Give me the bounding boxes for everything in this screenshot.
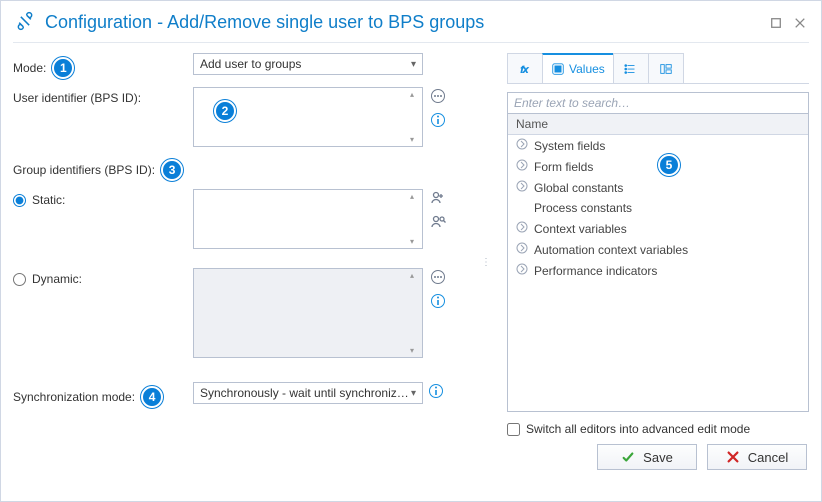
grip-icon[interactable]: ⋮ bbox=[241, 257, 493, 268]
dynamic-radio[interactable]: Dynamic: bbox=[13, 272, 82, 286]
tree-item-label: System fields bbox=[534, 139, 605, 153]
tab-values-label: Values bbox=[569, 62, 605, 76]
ellipsis-icon[interactable] bbox=[429, 87, 447, 105]
tree-item-label: Context variables bbox=[534, 222, 627, 236]
sync-select[interactable]: Synchronously - wait until synchronizati… bbox=[193, 382, 423, 404]
advanced-mode-label: Switch all editors into advanced edit mo… bbox=[526, 422, 750, 436]
expand-icon[interactable] bbox=[516, 138, 528, 153]
sync-label: Synchronization mode: bbox=[13, 390, 135, 404]
user-id-label: User identifier (BPS ID): bbox=[13, 91, 141, 105]
advanced-mode-checkbox[interactable]: Switch all editors into advanced edit mo… bbox=[507, 422, 809, 436]
tree-item-label: Global constants bbox=[534, 181, 623, 195]
mode-select[interactable]: Add user to groups ▾ bbox=[193, 53, 423, 75]
tree-item-label: Automation context variables bbox=[534, 243, 688, 257]
user-id-textarea[interactable]: 2 ▴▾ bbox=[193, 87, 423, 147]
wrench-icon bbox=[15, 11, 35, 34]
tab-values[interactable]: Values bbox=[542, 53, 614, 83]
tree-item-label: Performance indicators bbox=[534, 264, 657, 278]
tree-item[interactable]: Automation context variables bbox=[508, 239, 808, 260]
ellipsis-icon[interactable] bbox=[429, 268, 447, 286]
expand-icon[interactable] bbox=[516, 159, 528, 174]
info-icon[interactable] bbox=[429, 292, 447, 310]
save-label: Save bbox=[643, 450, 673, 465]
chevron-down-icon: ▾ bbox=[411, 388, 416, 399]
tree-header: Name bbox=[508, 114, 808, 135]
expand-icon[interactable] bbox=[516, 263, 528, 278]
callout-2: 2 bbox=[214, 100, 236, 122]
save-button[interactable]: Save bbox=[597, 444, 697, 470]
expand-icon[interactable] bbox=[516, 180, 528, 195]
info-icon[interactable] bbox=[427, 382, 445, 400]
cancel-label: Cancel bbox=[748, 450, 788, 465]
tab-form[interactable] bbox=[648, 53, 684, 83]
expand-icon[interactable] bbox=[516, 242, 528, 257]
dynamic-label: Dynamic: bbox=[32, 272, 82, 286]
tree-item[interactable]: Global constants bbox=[508, 177, 808, 198]
expand-icon[interactable] bbox=[516, 221, 528, 236]
info-icon[interactable] bbox=[429, 111, 447, 129]
check-icon bbox=[621, 450, 635, 464]
static-radio[interactable]: Static: bbox=[13, 193, 65, 207]
tab-functions[interactable]: fx bbox=[507, 53, 543, 83]
tree-item[interactable]: Form fields 5 bbox=[508, 156, 808, 177]
tree-item[interactable]: Context variables bbox=[508, 218, 808, 239]
group-id-label: Group identifiers (BPS ID): bbox=[13, 163, 155, 177]
x-icon bbox=[726, 450, 740, 464]
mode-select-value: Add user to groups bbox=[200, 57, 301, 71]
callout-3: 3 bbox=[161, 159, 183, 181]
user-search-icon[interactable] bbox=[429, 213, 447, 231]
tree-item[interactable]: System fields bbox=[508, 135, 808, 156]
tree-item-label: Form fields bbox=[534, 160, 593, 174]
callout-5: 5 bbox=[658, 154, 680, 176]
dialog-title: Configuration - Add/Remove single user t… bbox=[45, 12, 769, 33]
close-icon[interactable] bbox=[793, 16, 807, 30]
cancel-button[interactable]: Cancel bbox=[707, 444, 807, 470]
tree-item[interactable]: Performance indicators bbox=[508, 260, 808, 281]
static-textarea[interactable]: ▴▾ bbox=[193, 189, 423, 249]
tab-list[interactable] bbox=[613, 53, 649, 83]
svg-text:fx: fx bbox=[521, 64, 530, 75]
chevron-down-icon: ▾ bbox=[411, 59, 416, 70]
tree-item-label: Process constants bbox=[534, 201, 632, 215]
dynamic-textarea: ▴▾ bbox=[193, 268, 423, 358]
callout-4: 4 bbox=[141, 386, 163, 408]
callout-1: 1 bbox=[52, 57, 74, 79]
static-label: Static: bbox=[32, 193, 65, 207]
tree-item[interactable]: Process constants bbox=[508, 198, 808, 218]
maximize-icon[interactable] bbox=[769, 16, 783, 30]
search-input[interactable] bbox=[507, 92, 809, 114]
mode-label: Mode: bbox=[13, 61, 46, 75]
add-user-icon[interactable] bbox=[429, 189, 447, 207]
sync-select-value: Synchronously - wait until synchronizati… bbox=[200, 386, 411, 400]
